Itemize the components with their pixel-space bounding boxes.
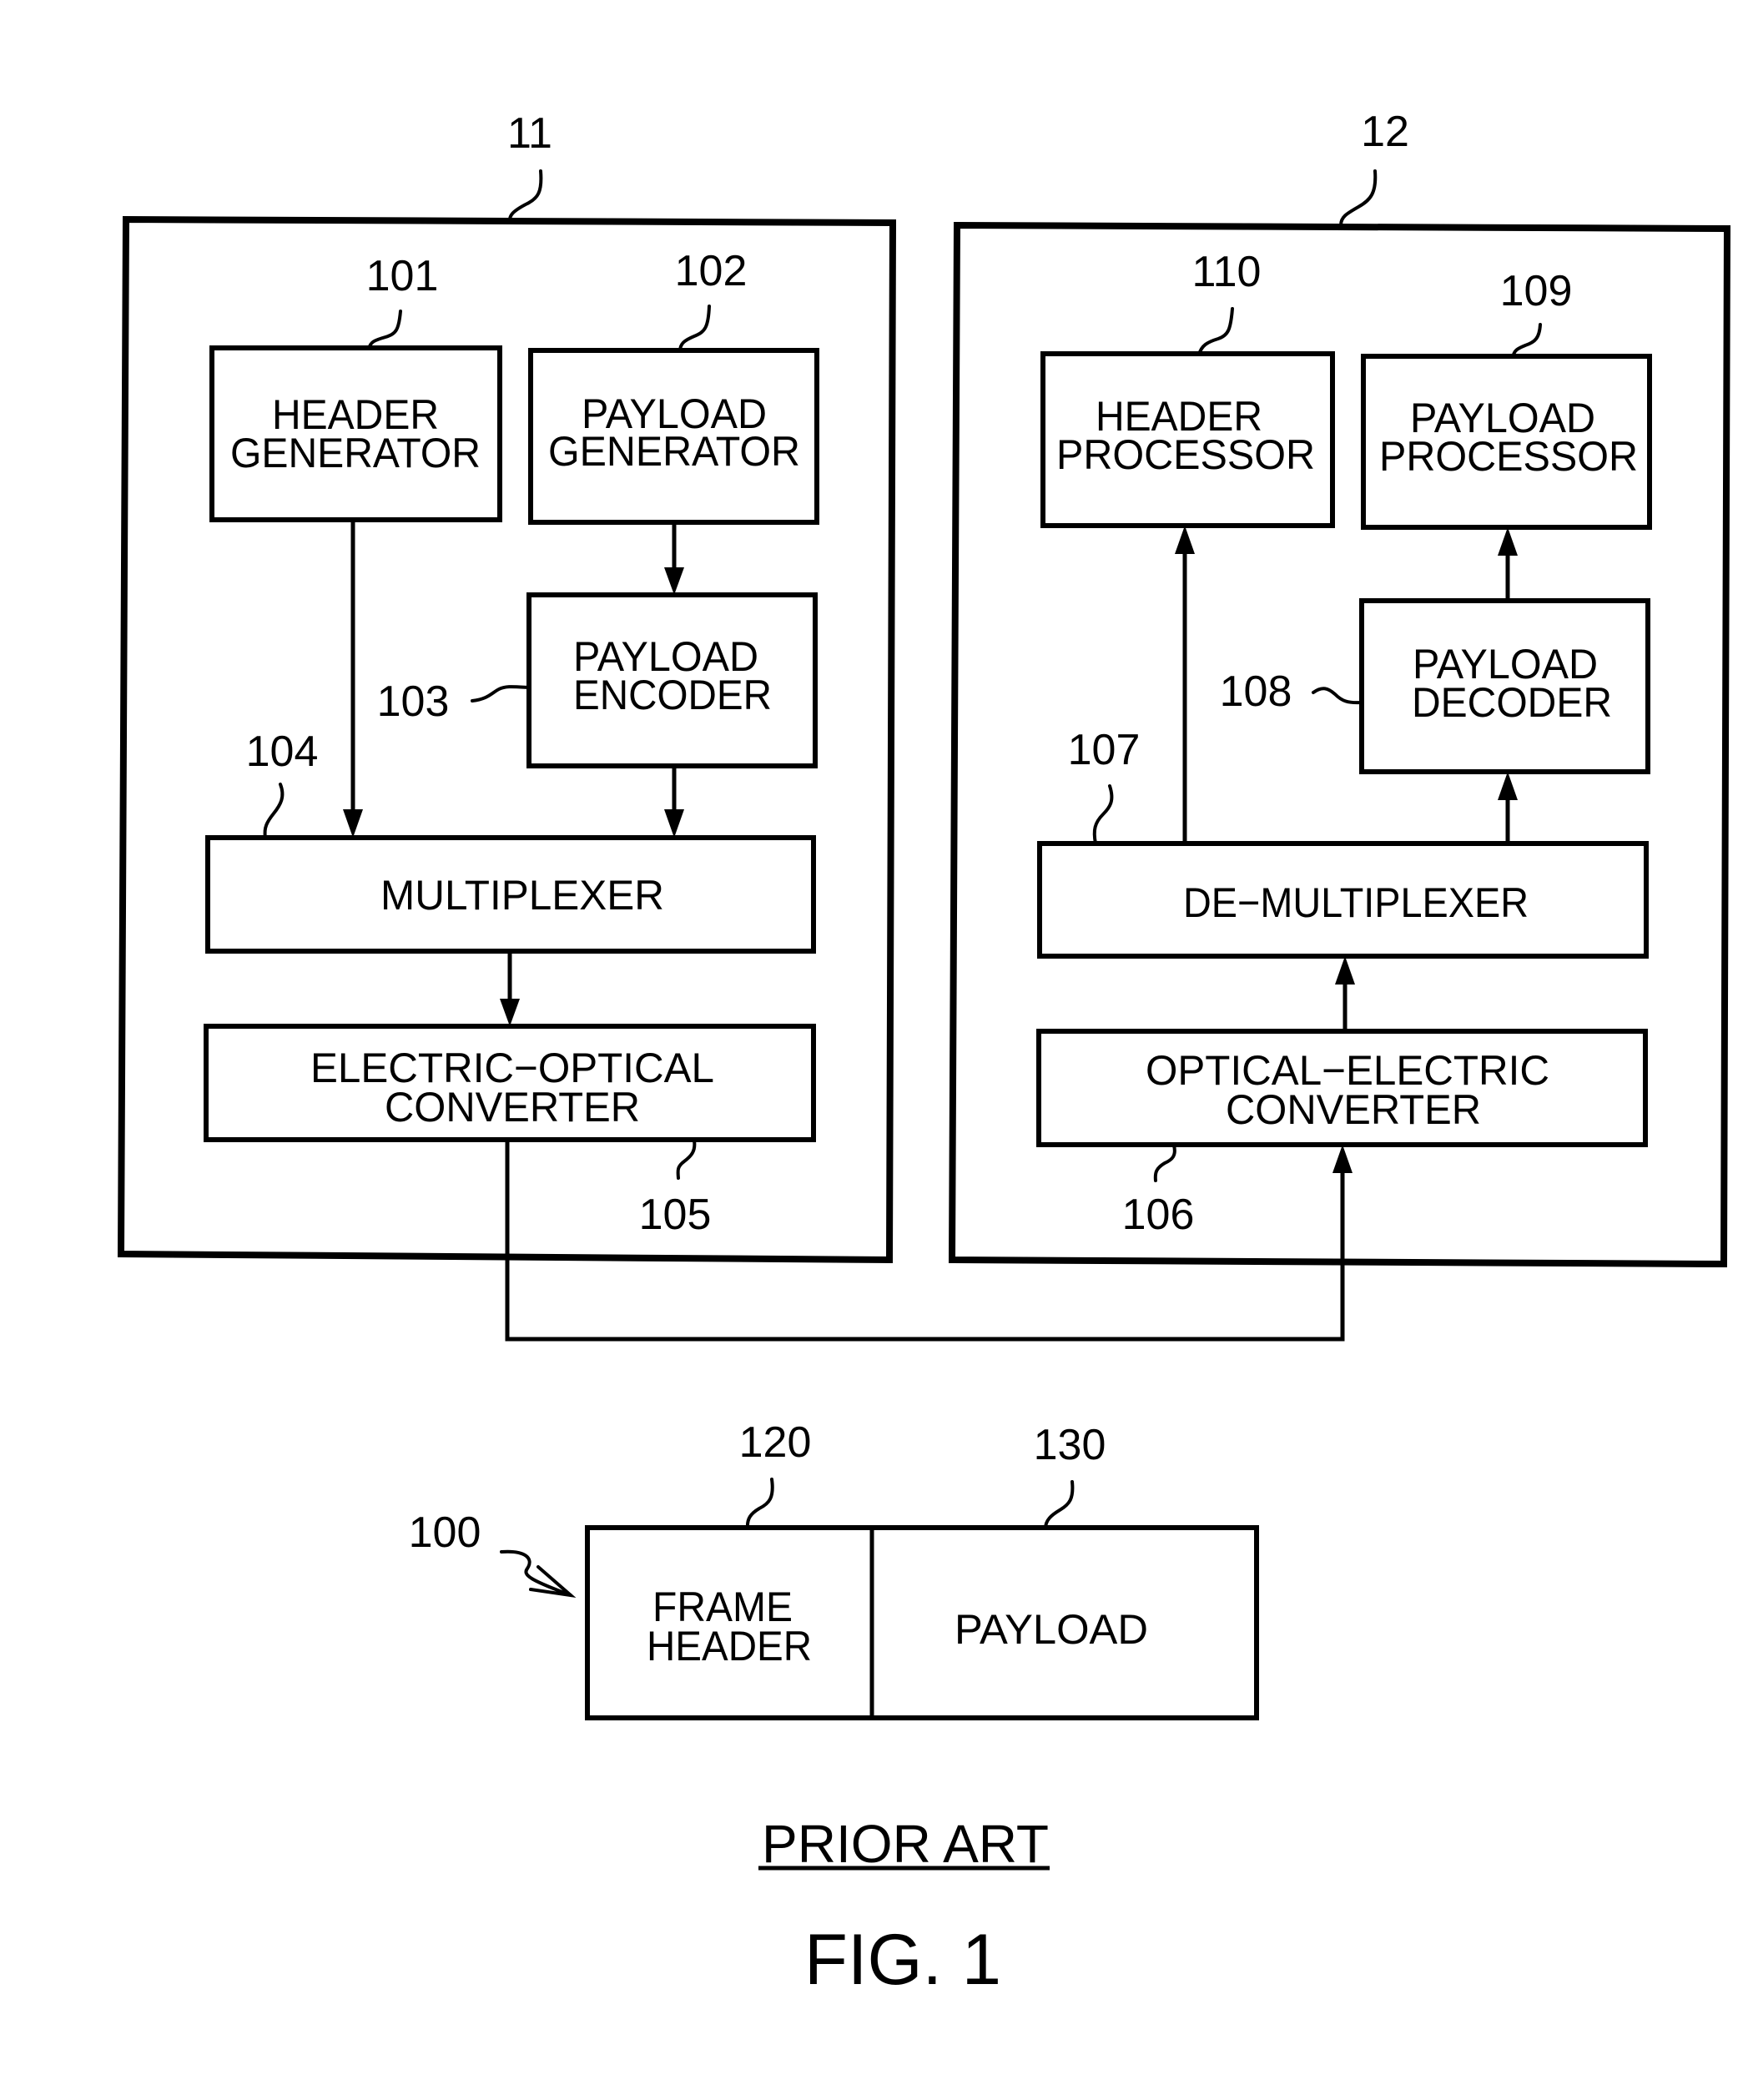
payload-generator-block: PAYLOAD GENERATOR — [528, 348, 819, 525]
receiver-group: 12 HEADER PROCESSOR 110 PAYLOAD PROCESSO… — [948, 108, 1731, 1268]
block-diagram: 11 HEADER GENERATOR 101 PAYLOAD GENERATO… — [117, 108, 1731, 2000]
prior-art-caption: PRIOR ART — [762, 1814, 1049, 1874]
payload-decoder-leader-line — [1312, 687, 1363, 705]
optical-link-arrow-head — [1332, 1145, 1353, 1173]
arrow-demux-to-header-proc-head — [1175, 526, 1195, 554]
payload-encoder-ref-label: 103 — [377, 677, 450, 726]
payload-processor-ref-label: 109 — [1500, 267, 1573, 315]
eo-converter-block: ELECTRIC−OPTICAL CONVERTER — [204, 1024, 816, 1142]
transmitter-leader-line — [507, 169, 543, 224]
arrow-demux-to-decoder-head — [1498, 772, 1518, 800]
payload-decoder-text-line-2: DECODER — [1412, 679, 1612, 726]
arrow-oe-to-demux-head — [1335, 956, 1355, 985]
payload-generator-text-line-2: GENERATOR — [548, 428, 800, 475]
multiplexer-text: MULTIPLEXER — [380, 872, 664, 919]
eo-converter-ref-label: 105 — [639, 1191, 712, 1239]
multiplexer-block: MULTIPLEXER — [205, 835, 816, 954]
header-generator-block: HEADER GENERATOR — [209, 345, 502, 522]
header-generator-leader-line — [367, 310, 402, 350]
oe-converter-leader-line — [1153, 1144, 1176, 1182]
transmitter-ref-label: 11 — [507, 109, 552, 158]
frame-header-ref-label: 120 — [739, 1418, 812, 1467]
frame-header-text-line-2: HEADER — [647, 1623, 812, 1669]
multiplexer-ref-label: 104 — [246, 728, 319, 776]
payload-encoder-block: PAYLOAD ENCODER — [526, 592, 818, 768]
eo-converter-text-line-2: CONVERTER — [385, 1084, 640, 1131]
figure-caption: FIG. 1 — [804, 1920, 1001, 2000]
frame-payload-ref-label: 130 — [1034, 1421, 1106, 1469]
arrow-payload-gen-to-encoder-head — [664, 567, 684, 595]
header-processor-ref-label: 110 — [1192, 248, 1262, 296]
arrow-encoder-to-mux-head — [664, 809, 684, 838]
oe-converter-ref-label: 106 — [1122, 1191, 1195, 1239]
oe-converter-block: OPTICAL−ELECTRIC CONVERTER — [1036, 1029, 1648, 1147]
frame-payload-text: PAYLOAD — [955, 1606, 1148, 1653]
arrow-header-gen-to-mux-head — [343, 809, 363, 838]
payload-encoder-leader-line — [471, 685, 531, 703]
demultiplexer-text: DE−MULTIPLEXER — [1183, 879, 1529, 926]
transmitter-group: 11 HEADER GENERATOR 101 PAYLOAD GENERATO… — [117, 109, 897, 1264]
payload-processor-block: PAYLOAD PROCESSOR — [1361, 354, 1652, 530]
frame-header-leader-line — [745, 1478, 774, 1530]
header-processor-leader-line — [1197, 307, 1234, 356]
optical-link — [505, 1140, 1353, 1342]
payload-decoder-block: PAYLOAD DECODER — [1359, 598, 1650, 774]
header-processor-text-line-2: PROCESSOR — [1056, 431, 1315, 478]
payload-processor-leader-line — [1511, 323, 1542, 359]
demultiplexer-block: DE−MULTIPLEXER — [1037, 841, 1649, 959]
payload-generator-ref-label: 102 — [675, 247, 748, 295]
header-processor-block: HEADER PROCESSOR — [1040, 351, 1335, 528]
payload-processor-text-line-2: PROCESSOR — [1379, 433, 1638, 480]
payload-encoder-text-line-2: ENCODER — [573, 672, 772, 718]
demultiplexer-ref-label: 107 — [1068, 726, 1141, 774]
payload-generator-leader-line — [678, 305, 711, 353]
header-generator-ref-label: 101 — [366, 252, 439, 300]
frame-ref-label: 100 — [409, 1508, 481, 1557]
frame-structure: FRAME HEADER PAYLOAD 120 130 100 — [409, 1418, 1259, 1720]
payload-decoder-ref-label: 108 — [1220, 667, 1292, 716]
arrow-mux-to-eo-head — [500, 999, 520, 1026]
eo-converter-leader-line — [676, 1139, 697, 1180]
receiver-leader-line — [1339, 169, 1378, 227]
multiplexer-leader-line — [263, 783, 285, 839]
arrow-decoder-to-payload-proc-head — [1498, 527, 1518, 556]
oe-converter-text-line-2: CONVERTER — [1226, 1086, 1481, 1133]
header-generator-text-line-2: GENERATOR — [230, 430, 481, 476]
optical-link-line — [505, 1140, 1345, 1342]
demultiplexer-leader-line — [1092, 784, 1114, 845]
frame-payload-leader-line — [1044, 1480, 1075, 1530]
receiver-ref-label: 12 — [1361, 108, 1409, 156]
